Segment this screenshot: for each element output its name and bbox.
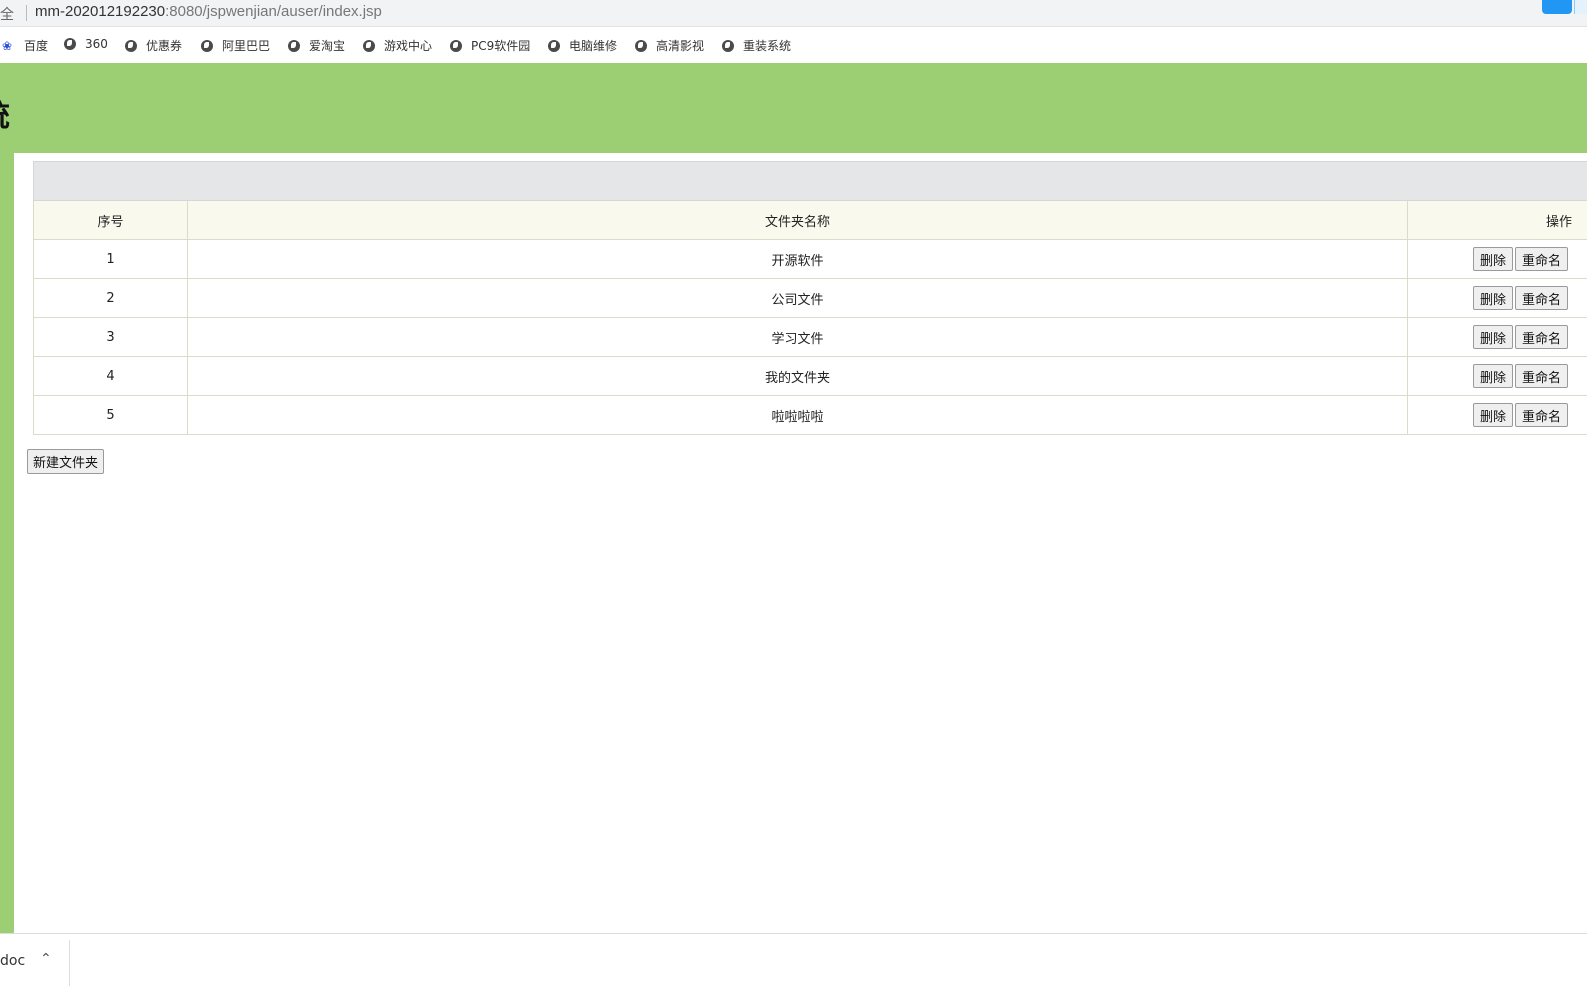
- bookmark-game-center[interactable]: 游戏中心: [363, 37, 432, 54]
- rename-button[interactable]: 重命名: [1515, 325, 1568, 349]
- globe-icon: [125, 40, 137, 52]
- row-folder-name: 学习文件: [188, 318, 1408, 357]
- bookmark-pc-repair[interactable]: 电脑维修: [548, 37, 617, 54]
- globe-icon: [722, 40, 734, 52]
- table-caption: [34, 162, 1587, 201]
- download-item-name[interactable]: doc: [0, 953, 25, 969]
- column-header-actions: 操作: [1408, 201, 1587, 240]
- url-host: mm-202012192230: [35, 3, 165, 20]
- rename-button[interactable]: 重命名: [1515, 403, 1568, 427]
- rename-button[interactable]: 重命名: [1515, 286, 1568, 310]
- bookmark-label: 优惠券: [146, 37, 182, 54]
- page-header: 统: [0, 63, 1587, 153]
- globe-icon: [288, 40, 300, 52]
- delete-button[interactable]: 删除: [1473, 247, 1513, 271]
- column-header-index: 序号: [34, 201, 188, 240]
- bookmark-label: 百度: [24, 37, 48, 54]
- column-header-folder-name: 文件夹名称: [188, 201, 1408, 240]
- table-row: 2 公司文件 删除重命名: [34, 279, 1587, 318]
- bookmark-label: 高清影视: [656, 37, 704, 54]
- table-row: 3 学习文件 删除重命名: [34, 318, 1587, 357]
- bookmark-label: 电脑维修: [569, 37, 617, 54]
- bookmark-360[interactable]: 360: [64, 37, 108, 51]
- row-actions: 删除重命名: [1408, 357, 1587, 396]
- left-sidebar-rail: [0, 153, 14, 945]
- row-actions: 删除重命名: [1408, 240, 1587, 279]
- delete-button[interactable]: 删除: [1473, 286, 1513, 310]
- bookmark-label: 阿里巴巴: [222, 37, 270, 54]
- table-header-row: 序号 文件夹名称 操作: [34, 201, 1587, 240]
- row-index: 4: [34, 357, 188, 396]
- bookmark-pc9[interactable]: PC9软件园: [450, 37, 530, 54]
- row-actions: 删除重命名: [1408, 318, 1587, 357]
- bookmark-coupon[interactable]: 优惠券: [125, 37, 182, 54]
- globe-icon: [201, 40, 213, 52]
- bookmark-label: PC9软件园: [471, 37, 530, 54]
- table-row: 5 啦啦啦啦 删除重命名: [34, 396, 1587, 435]
- row-folder-name: 开源软件: [188, 240, 1408, 279]
- delete-button[interactable]: 删除: [1473, 403, 1513, 427]
- url-path: :8080/jspwenjian/auser/index.jsp: [165, 3, 382, 20]
- rename-button[interactable]: 重命名: [1515, 247, 1568, 271]
- delete-button[interactable]: 删除: [1473, 325, 1513, 349]
- bookmark-baidu[interactable]: ❀ 百度: [2, 37, 48, 54]
- row-index: 5: [34, 396, 188, 435]
- globe-icon: [635, 40, 647, 52]
- folder-table: 序号 文件夹名称 操作 1 开源软件 删除重命名 2 公司文件 删除重命名 3 …: [33, 161, 1587, 435]
- address-bar[interactable]: 安全 mm-202012192230:8080/jspwenjian/auser…: [0, 0, 1587, 27]
- url-text[interactable]: mm-202012192230:8080/jspwenjian/auser/in…: [35, 3, 382, 20]
- chevron-up-icon[interactable]: ⌃: [40, 951, 52, 967]
- table-caption-row: [34, 162, 1587, 201]
- rename-button[interactable]: 重命名: [1515, 364, 1568, 388]
- bookmark-label: 重装系统: [743, 37, 791, 54]
- new-folder-button[interactable]: 新建文件夹: [27, 449, 104, 474]
- address-separator: [26, 5, 27, 21]
- table-row: 4 我的文件夹 删除重命名: [34, 357, 1587, 396]
- extension-icon-secondary[interactable]: [1574, 0, 1587, 14]
- row-index: 2: [34, 279, 188, 318]
- row-index: 3: [34, 318, 188, 357]
- bookmark-reinstall[interactable]: 重装系统: [722, 37, 791, 54]
- bookmark-hd-video[interactable]: 高清影视: [635, 37, 704, 54]
- row-actions: 删除重命名: [1408, 396, 1587, 435]
- bookmark-label: 游戏中心: [384, 37, 432, 54]
- globe-icon: [363, 40, 375, 52]
- globe-icon: [450, 40, 462, 52]
- extension-icon[interactable]: [1542, 0, 1572, 14]
- download-bar: doc ⌃: [0, 933, 1587, 993]
- bookmark-aitaobao[interactable]: 爱淘宝: [288, 37, 345, 54]
- row-folder-name: 公司文件: [188, 279, 1408, 318]
- row-actions: 删除重命名: [1408, 279, 1587, 318]
- bookmark-alibaba[interactable]: 阿里巴巴: [201, 37, 270, 54]
- bookmark-label: 360: [85, 37, 108, 51]
- table-row: 1 开源软件 删除重命名: [34, 240, 1587, 279]
- baidu-paw-icon: ❀: [2, 39, 14, 53]
- download-divider: [69, 940, 70, 986]
- delete-button[interactable]: 删除: [1473, 364, 1513, 388]
- bookmarks-bar: ❀ 百度 360 优惠券 阿里巴巴 爱淘宝 游戏中心 PC9软件园 电脑维修 高清…: [0, 27, 1587, 63]
- bookmark-label: 爱淘宝: [309, 37, 345, 54]
- globe-icon: [64, 38, 76, 50]
- security-indicator[interactable]: 安全: [0, 4, 14, 24]
- row-folder-name: 啦啦啦啦: [188, 396, 1408, 435]
- globe-icon: [548, 40, 560, 52]
- row-index: 1: [34, 240, 188, 279]
- row-folder-name: 我的文件夹: [188, 357, 1408, 396]
- page-title: 统: [0, 91, 10, 135]
